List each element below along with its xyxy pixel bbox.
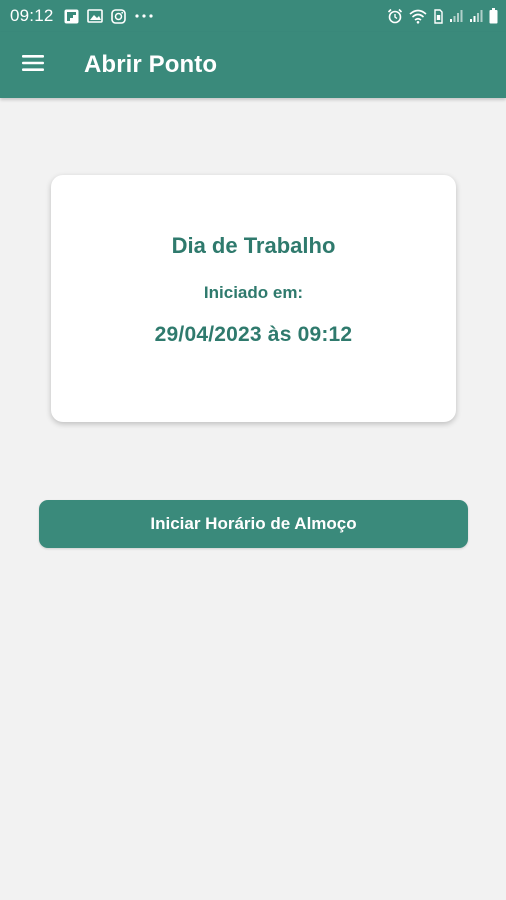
started-at-label: Iniciado em: — [203, 283, 304, 302]
wifi-icon — [409, 9, 427, 24]
more-dots-icon — [134, 13, 154, 19]
sim-icon — [433, 8, 443, 24]
signal-icon — [469, 9, 483, 23]
status-bar: 09:12 — [0, 0, 506, 32]
image-icon — [86, 9, 103, 23]
work-day-card: Dia de Trabalho Iniciado em: 29/04/2023 … — [51, 175, 456, 422]
app-bar: Abrir Ponto — [0, 32, 506, 98]
started-at-datetime: 29/04/2023 às 09:12 — [154, 323, 353, 346]
start-lunch-button[interactable]: Iniciar Horário de Almoço — [39, 500, 468, 548]
battery-icon — [489, 8, 498, 24]
page-title: Abrir Ponto — [84, 51, 218, 78]
menu-button[interactable] — [9, 41, 57, 89]
card-title: Dia de Trabalho — [171, 233, 336, 258]
signal-icon — [449, 9, 463, 23]
status-left-icons — [64, 8, 154, 24]
hamburger-menu-icon — [21, 53, 45, 78]
status-right-icons — [387, 8, 498, 24]
alarm-icon — [387, 8, 403, 24]
instagram-icon — [110, 8, 126, 24]
flipboard-icon — [64, 9, 79, 24]
status-time: 09:12 — [10, 6, 54, 25]
